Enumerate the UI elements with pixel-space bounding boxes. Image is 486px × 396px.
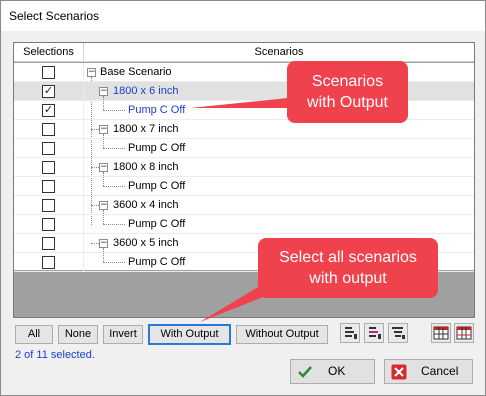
invert-button[interactable]: Invert xyxy=(103,325,143,344)
tree-line xyxy=(103,110,125,111)
grid-alt-icon[interactable] xyxy=(454,323,474,343)
selection-cell xyxy=(14,63,84,82)
row-checkbox[interactable] xyxy=(42,161,55,174)
selection-status: 2 of 11 selected. xyxy=(15,349,95,361)
selection-cell xyxy=(14,234,84,253)
callout-line: Scenarios xyxy=(311,73,384,90)
tree-collapse-icon[interactable]: − xyxy=(99,201,108,210)
tree-collapse-icon[interactable]: − xyxy=(99,87,108,96)
selection-cell xyxy=(14,120,84,139)
title-bar[interactable]: Select Scenarios xyxy=(1,1,485,31)
scenarios-with-output-callout: Scenarios with Output xyxy=(287,61,408,123)
tree-collapse-icon[interactable]: − xyxy=(99,163,108,172)
expand-tree-icon[interactable] xyxy=(340,323,360,343)
without-output-button[interactable]: Without Output xyxy=(236,325,328,344)
scenario-row[interactable]: − 1800 x 7 inch xyxy=(14,120,474,139)
callout-line: Select all scenarios xyxy=(279,249,417,266)
scenario-label: 3600 x 4 inch xyxy=(113,199,179,211)
scenario-label: 3600 x 5 inch xyxy=(113,237,179,249)
scenario-row[interactable]: − 1800 x 8 inch xyxy=(14,158,474,177)
ok-label: OK xyxy=(328,364,346,378)
tree-line xyxy=(103,262,125,263)
row-checkbox[interactable]: ✓ xyxy=(42,104,55,117)
tree-line xyxy=(103,134,104,148)
with-output-button[interactable]: With Output xyxy=(148,324,231,345)
scenario-label: Pump C Off xyxy=(128,180,186,192)
scenario-row[interactable]: Pump C Off xyxy=(14,172,474,196)
close-icon xyxy=(391,364,407,388)
grid-header: Selections Scenarios xyxy=(14,43,474,62)
tree-collapse-icon[interactable]: − xyxy=(99,125,108,134)
tree-line xyxy=(103,148,125,149)
tree-line xyxy=(103,224,125,225)
row-checkbox[interactable] xyxy=(42,123,55,136)
row-checkbox[interactable] xyxy=(42,218,55,231)
select-all-callout: Select all scenarios with output xyxy=(258,238,438,298)
row-checkbox[interactable] xyxy=(42,180,55,193)
collapse-tree-icon[interactable] xyxy=(364,323,384,343)
selection-cell xyxy=(14,253,84,272)
scenario-label: Pump C Off xyxy=(128,104,186,116)
selection-cell: ✓ xyxy=(14,82,84,101)
tree-line xyxy=(103,172,104,186)
scenario-row[interactable]: Pump C Off xyxy=(14,134,474,158)
selection-cell: ✓ xyxy=(14,101,84,120)
scenarios-column-header[interactable]: Scenarios xyxy=(84,43,474,62)
row-checkbox[interactable] xyxy=(42,199,55,212)
grid-icon[interactable] xyxy=(431,323,451,343)
scenario-label: 1800 x 7 inch xyxy=(113,123,179,135)
selection-cell xyxy=(14,158,84,177)
none-button[interactable]: None xyxy=(58,325,98,344)
ok-button[interactable]: OK xyxy=(290,359,375,384)
select-scenarios-dialog: Select Scenarios Selections Scenarios − … xyxy=(0,0,486,396)
selection-cell xyxy=(14,215,84,234)
selection-cell xyxy=(14,196,84,215)
scenario-row[interactable]: Pump C Off xyxy=(14,210,474,234)
row-checkbox[interactable] xyxy=(42,66,55,79)
scenario-label: 1800 x 8 inch xyxy=(113,161,179,173)
selection-cell xyxy=(14,139,84,158)
tree-line xyxy=(103,186,125,187)
all-button[interactable]: All xyxy=(15,325,53,344)
cancel-label: Cancel xyxy=(421,364,459,378)
window-title: Select Scenarios xyxy=(9,9,100,23)
selections-column-header[interactable]: Selections xyxy=(14,43,84,62)
tree-collapse-icon[interactable]: − xyxy=(87,68,96,77)
row-checkbox[interactable]: ✓ xyxy=(42,85,55,98)
tree-line xyxy=(103,96,104,110)
tree-collapse-icon[interactable]: − xyxy=(99,239,108,248)
row-checkbox[interactable] xyxy=(42,237,55,250)
tree-line xyxy=(103,210,104,224)
row-checkbox[interactable] xyxy=(42,256,55,269)
row-checkbox[interactable] xyxy=(42,142,55,155)
scenario-label: 1800 x 6 inch xyxy=(113,85,179,97)
cancel-button[interactable]: Cancel xyxy=(384,359,473,384)
checkmark-icon xyxy=(297,364,313,388)
selection-cell xyxy=(14,177,84,196)
filter-tree-icon[interactable] xyxy=(388,323,408,343)
tree-line xyxy=(103,248,104,262)
scenario-label: Pump C Off xyxy=(128,218,186,230)
callout-line: with output xyxy=(309,270,387,287)
callout-line: with Output xyxy=(307,94,388,111)
scenario-row[interactable]: − 3600 x 4 inch xyxy=(14,196,474,215)
scenario-label: Pump C Off xyxy=(128,142,186,154)
scenario-label: Pump C Off xyxy=(128,256,186,268)
scenario-label: Base Scenario xyxy=(100,66,172,78)
